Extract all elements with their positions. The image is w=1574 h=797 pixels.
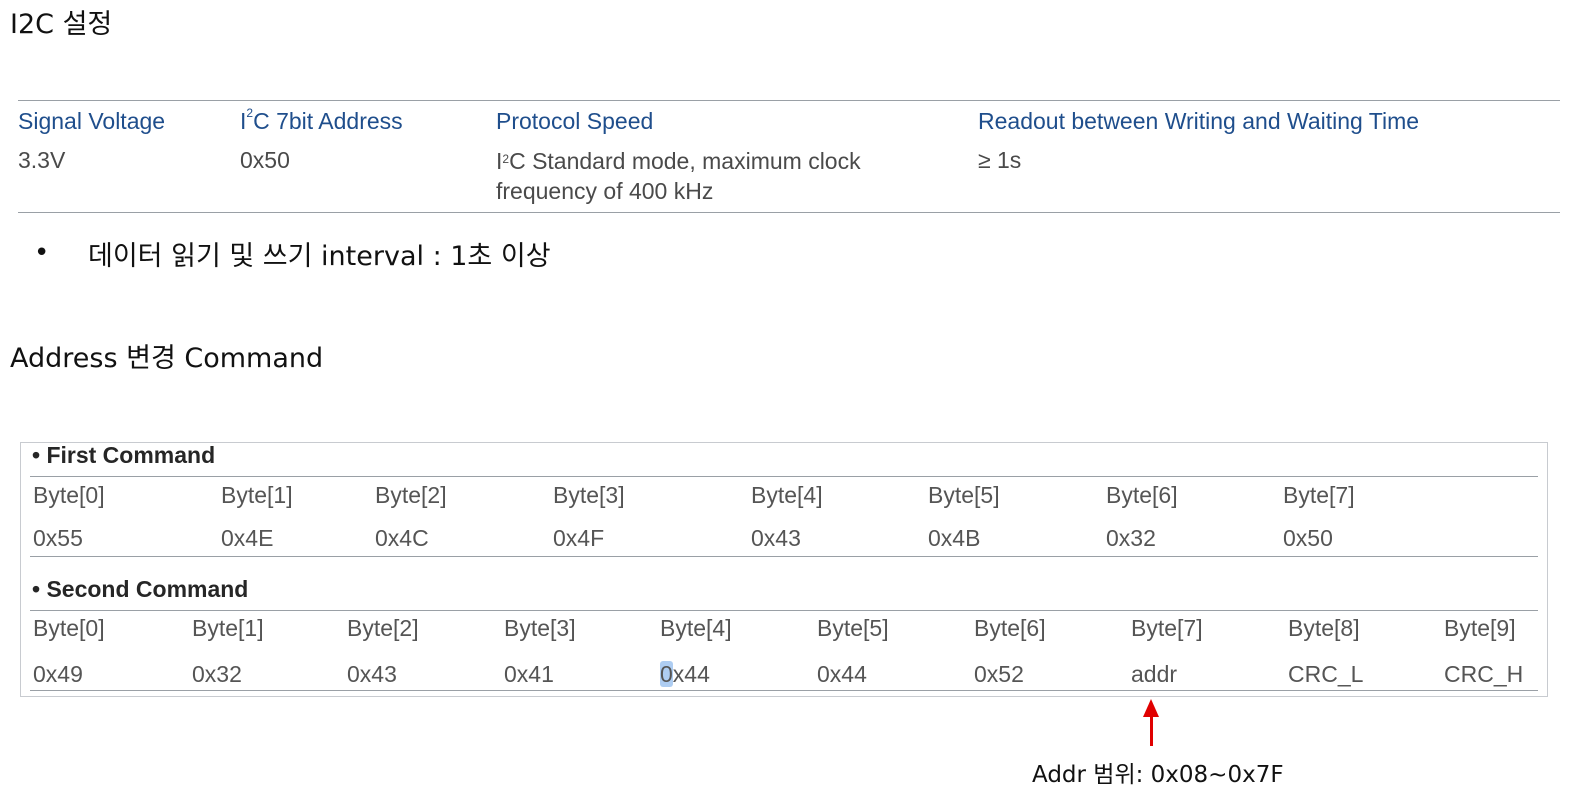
address-command-heading: Address 변경 Command — [10, 343, 324, 374]
first-byte-value: 0x4E — [221, 525, 274, 551]
first-command-title: • First Command — [32, 442, 216, 468]
second-byte-label: Byte[2] — [347, 615, 419, 641]
second-byte-label: Byte[8] — [1288, 615, 1360, 641]
second-byte-value: CRC_L — [1288, 661, 1364, 687]
second-byte-value: CRC_H — [1444, 661, 1524, 687]
header-protocol-speed: Protocol Speed — [496, 108, 654, 134]
table-top-rule — [18, 100, 1560, 101]
addr-range-note: Addr 범위: 0x08~0x7F — [1032, 762, 1284, 788]
second-command-top-rule — [30, 610, 1538, 611]
second-command-bottom-rule — [30, 690, 1538, 691]
first-byte-value: 0x4F — [553, 525, 605, 551]
second-byte-value: 0x43 — [347, 661, 397, 687]
second-byte-label: Byte[6] — [974, 615, 1046, 641]
header-signal-voltage: Signal Voltage — [18, 108, 166, 134]
table-bottom-rule — [18, 212, 1560, 213]
second-byte-value-highlighted: 0x44 — [660, 661, 710, 687]
second-byte-label: Byte[5] — [817, 615, 889, 641]
second-byte-value: 0x49 — [33, 661, 83, 687]
first-command-bottom-rule — [30, 556, 1538, 557]
second-byte-label: Byte[1] — [192, 615, 264, 641]
first-byte-value: 0x4B — [928, 525, 981, 551]
second-byte-label: Byte[7] — [1131, 615, 1203, 641]
second-command-title: • Second Command — [32, 576, 249, 602]
second-byte-label: Byte[3] — [504, 615, 576, 641]
second-byte-value: 0x41 — [504, 661, 554, 687]
first-byte-label: Byte[3] — [553, 482, 625, 508]
interval-note: 데이터 읽기 및 쓰기 interval : 1초 이상 — [88, 241, 551, 272]
red-arrow-shaft — [1150, 716, 1153, 746]
first-byte-label: Byte[2] — [375, 482, 447, 508]
value-readout-time: ≥ 1s — [978, 147, 1022, 173]
header-readout-time: Readout between Writing and Waiting Time — [978, 108, 1420, 134]
header-i2c-address: I2C 7bit Address — [240, 106, 403, 134]
second-byte-label: Byte[0] — [33, 615, 105, 641]
first-byte-label: Byte[5] — [928, 482, 1000, 508]
first-byte-value: 0x32 — [1106, 525, 1156, 551]
first-byte-label: Byte[4] — [751, 482, 823, 508]
first-byte-label: Byte[6] — [1106, 482, 1178, 508]
command-table-box — [20, 442, 1548, 697]
value-signal-voltage: 3.3V — [18, 147, 66, 173]
value-protocol-speed: I2C Standard mode, maximum clock frequen… — [496, 148, 861, 204]
second-byte-value: 0x44 — [817, 661, 867, 687]
first-command-top-rule — [30, 476, 1538, 477]
first-byte-value: 0x4C — [375, 525, 429, 551]
first-byte-label: Byte[0] — [33, 482, 105, 508]
second-byte-label: Byte[4] — [660, 615, 732, 641]
second-byte-value: 0x52 — [974, 661, 1024, 687]
first-byte-value: 0x50 — [1283, 525, 1333, 551]
second-byte-value: 0x32 — [192, 661, 242, 687]
bullet-dot: • — [34, 238, 50, 268]
second-byte-label: Byte[9] — [1444, 615, 1516, 641]
text-selection-highlight: 0 — [660, 661, 673, 687]
value-i2c-address: 0x50 — [240, 147, 290, 173]
first-byte-value: 0x55 — [33, 525, 83, 551]
red-arrow-up-icon — [1143, 699, 1159, 717]
second-byte-value-addr: addr — [1131, 661, 1178, 687]
first-byte-label: Byte[1] — [221, 482, 293, 508]
i2c-settings-heading: I2C 설정 — [10, 9, 113, 40]
first-byte-label: Byte[7] — [1283, 482, 1355, 508]
first-byte-value: 0x43 — [751, 525, 801, 551]
